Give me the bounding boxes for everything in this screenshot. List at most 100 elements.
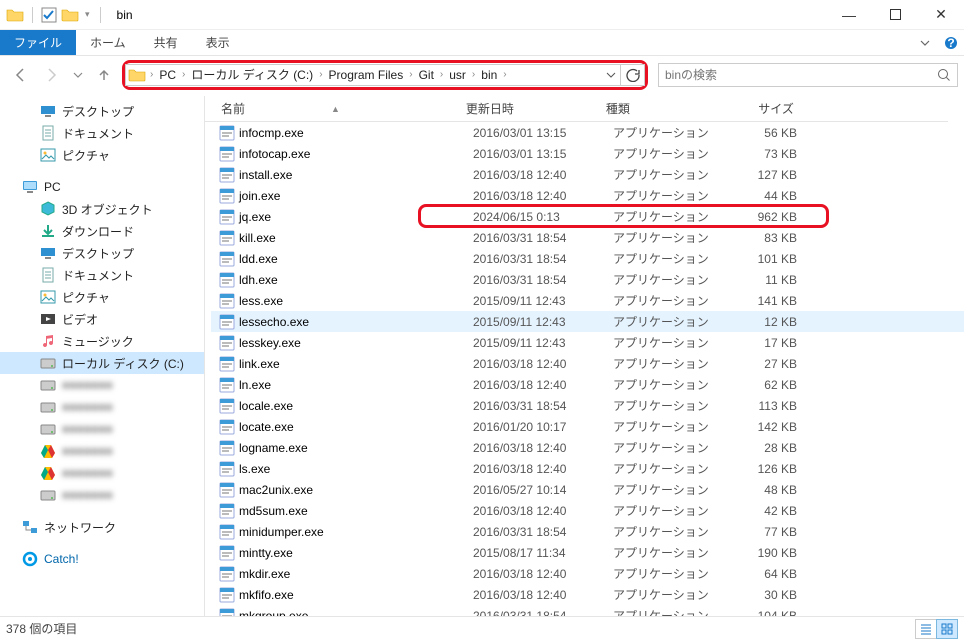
forward-button[interactable] — [38, 61, 66, 89]
sidebar-item[interactable]: ローカル ディスク (C:) — [0, 352, 204, 374]
sidebar-item[interactable]: デスクトップ — [0, 100, 204, 122]
minimize-button[interactable]: — — [826, 0, 872, 30]
folder-icon-small — [61, 6, 79, 24]
breadcrumb-sep[interactable]: › — [180, 69, 187, 80]
application-icon — [219, 608, 235, 617]
file-type: アプリケーション — [607, 124, 717, 141]
help-button[interactable]: ? — [938, 30, 964, 55]
qat-checkbox-icon[interactable] — [41, 7, 57, 23]
file-row[interactable]: mkdir.exe2016/03/18 12:40アプリケーション64 KB — [211, 563, 964, 584]
file-row[interactable]: mac2unix.exe2016/05/27 10:14アプリケーション48 K… — [211, 479, 964, 500]
breadcrumb-sep[interactable]: › — [470, 69, 477, 80]
file-row[interactable]: mintty.exe2015/08/17 11:34アプリケーション190 KB — [211, 542, 964, 563]
tab-file[interactable]: ファイル — [0, 30, 76, 55]
address-dropdown[interactable] — [602, 70, 620, 80]
breadcrumb-sep[interactable]: › — [501, 69, 508, 80]
search-input[interactable] — [659, 68, 931, 82]
sidebar-item[interactable]: ドキュメント — [0, 264, 204, 286]
view-details-button[interactable] — [915, 619, 937, 639]
column-date[interactable]: 更新日時 — [460, 100, 600, 117]
application-icon — [219, 398, 235, 414]
breadcrumb-sep[interactable]: › — [317, 69, 324, 80]
sidebar-label: ドキュメント — [62, 125, 134, 142]
file-name: ldd.exe — [239, 252, 278, 266]
sidebar-item[interactable]: ■■■■■■■ — [0, 462, 204, 484]
breadcrumb-item[interactable]: ローカル ディスク (C:) — [187, 66, 317, 83]
file-row[interactable]: lesskey.exe2015/09/11 12:43アプリケーション17 KB — [211, 332, 964, 353]
file-row[interactable]: install.exe2016/03/18 12:40アプリケーション127 K… — [211, 164, 964, 185]
tab-view[interactable]: 表示 — [192, 30, 244, 55]
search-icon[interactable] — [931, 68, 957, 82]
file-row[interactable]: minidumper.exe2016/03/31 18:54アプリケーション77… — [211, 521, 964, 542]
sidebar-item[interactable]: ■■■■■■■ — [0, 374, 204, 396]
sidebar-label: ドキュメント — [62, 267, 134, 284]
file-row[interactable]: mkfifo.exe2016/03/18 12:40アプリケーション30 KB — [211, 584, 964, 605]
sidebar-item[interactable]: ■■■■■■■ — [0, 418, 204, 440]
breadcrumb-item[interactable]: PC — [155, 68, 180, 82]
breadcrumb-item[interactable]: usr — [445, 68, 470, 82]
file-row[interactable]: join.exe2016/03/18 12:40アプリケーション44 KB — [211, 185, 964, 206]
ribbon-tabs: ファイル ホーム 共有 表示 ? — [0, 30, 964, 56]
file-row[interactable]: mkgroup.exe2016/03/31 18:54アプリケーション104 K… — [211, 605, 964, 616]
sidebar-item[interactable]: ■■■■■■■ — [0, 484, 204, 506]
file-row[interactable]: ldd.exe2016/03/31 18:54アプリケーション101 KB — [211, 248, 964, 269]
column-type[interactable]: 種類 — [600, 100, 710, 117]
file-row[interactable]: link.exe2016/03/18 12:40アプリケーション27 KB — [211, 353, 964, 374]
sidebar-item-catch[interactable]: Catch! — [0, 548, 204, 570]
file-type: アプリケーション — [607, 292, 717, 309]
up-button[interactable] — [90, 61, 118, 89]
search-box[interactable] — [658, 63, 958, 87]
maximize-button[interactable] — [872, 0, 918, 30]
file-row[interactable]: kill.exe2016/03/31 18:54アプリケーション83 KB — [211, 227, 964, 248]
window-title: bin — [111, 8, 139, 22]
file-date: 2016/03/18 12:40 — [467, 189, 607, 203]
view-icons-button[interactable] — [936, 619, 958, 639]
file-row[interactable]: logname.exe2016/03/18 12:40アプリケーション28 KB — [211, 437, 964, 458]
sidebar-item[interactable]: 3D オブジェクト — [0, 198, 204, 220]
sidebar-item[interactable]: ダウンロード — [0, 220, 204, 242]
network-icon — [22, 519, 38, 535]
file-row[interactable]: locale.exe2016/03/31 18:54アプリケーション113 KB — [211, 395, 964, 416]
close-button[interactable]: ✕ — [918, 0, 964, 30]
breadcrumb-item[interactable]: Git — [415, 68, 438, 82]
ribbon-expand-button[interactable] — [912, 30, 938, 55]
file-row[interactable]: less.exe2015/09/11 12:43アプリケーション141 KB — [211, 290, 964, 311]
sidebar-item[interactable]: ■■■■■■■ — [0, 440, 204, 462]
file-row[interactable]: ldh.exe2016/03/31 18:54アプリケーション11 KB — [211, 269, 964, 290]
sidebar-item[interactable]: ピクチャ — [0, 286, 204, 308]
column-headers: 名前 ▲ 更新日時 種類 サイズ — [205, 96, 948, 122]
file-row[interactable]: md5sum.exe2016/03/18 12:40アプリケーション42 KB — [211, 500, 964, 521]
breadcrumb-sep[interactable]: › — [148, 69, 155, 80]
tab-share[interactable]: 共有 — [140, 30, 192, 55]
address-bar[interactable]: › PC›ローカル ディスク (C:)›Program Files›Git›us… — [122, 60, 648, 90]
back-button[interactable] — [6, 61, 34, 89]
file-row[interactable]: ln.exe2016/03/18 12:40アプリケーション62 KB — [211, 374, 964, 395]
column-size[interactable]: サイズ — [710, 100, 800, 117]
qat-dropdown-icon[interactable]: ▾ — [83, 9, 92, 20]
file-date: 2015/08/17 11:34 — [467, 546, 607, 560]
recent-locations-button[interactable] — [70, 61, 86, 89]
file-type: アプリケーション — [607, 502, 717, 519]
sidebar-item-network[interactable]: ネットワーク — [0, 516, 204, 538]
sidebar-item[interactable]: ピクチャ — [0, 144, 204, 166]
file-size: 56 KB — [717, 126, 803, 140]
tab-home[interactable]: ホーム — [76, 30, 140, 55]
sidebar-item[interactable]: ■■■■■■■ — [0, 396, 204, 418]
sidebar-item[interactable]: デスクトップ — [0, 242, 204, 264]
file-row[interactable]: lessecho.exe2015/09/11 12:43アプリケーション12 K… — [211, 311, 964, 332]
breadcrumb-sep[interactable]: › — [407, 69, 414, 80]
file-row[interactable]: jq.exe2024/06/15 0:13アプリケーション962 KB — [211, 206, 964, 227]
breadcrumb-item[interactable]: bin — [477, 68, 501, 82]
refresh-button[interactable] — [621, 64, 645, 86]
file-row[interactable]: infotocap.exe2016/03/01 13:15アプリケーション73 … — [211, 143, 964, 164]
breadcrumb-item[interactable]: Program Files — [325, 68, 408, 82]
file-row[interactable]: infocmp.exe2016/03/01 13:15アプリケーション56 KB — [211, 122, 964, 143]
sidebar-item[interactable]: ビデオ — [0, 308, 204, 330]
sidebar-item-pc[interactable]: PC — [0, 176, 204, 198]
file-name: kill.exe — [239, 231, 276, 245]
sidebar-item[interactable]: ドキュメント — [0, 122, 204, 144]
sidebar-item[interactable]: ミュージック — [0, 330, 204, 352]
breadcrumb-sep[interactable]: › — [438, 69, 445, 80]
file-row[interactable]: ls.exe2016/03/18 12:40アプリケーション126 KB — [211, 458, 964, 479]
file-row[interactable]: locate.exe2016/01/20 10:17アプリケーション142 KB — [211, 416, 964, 437]
